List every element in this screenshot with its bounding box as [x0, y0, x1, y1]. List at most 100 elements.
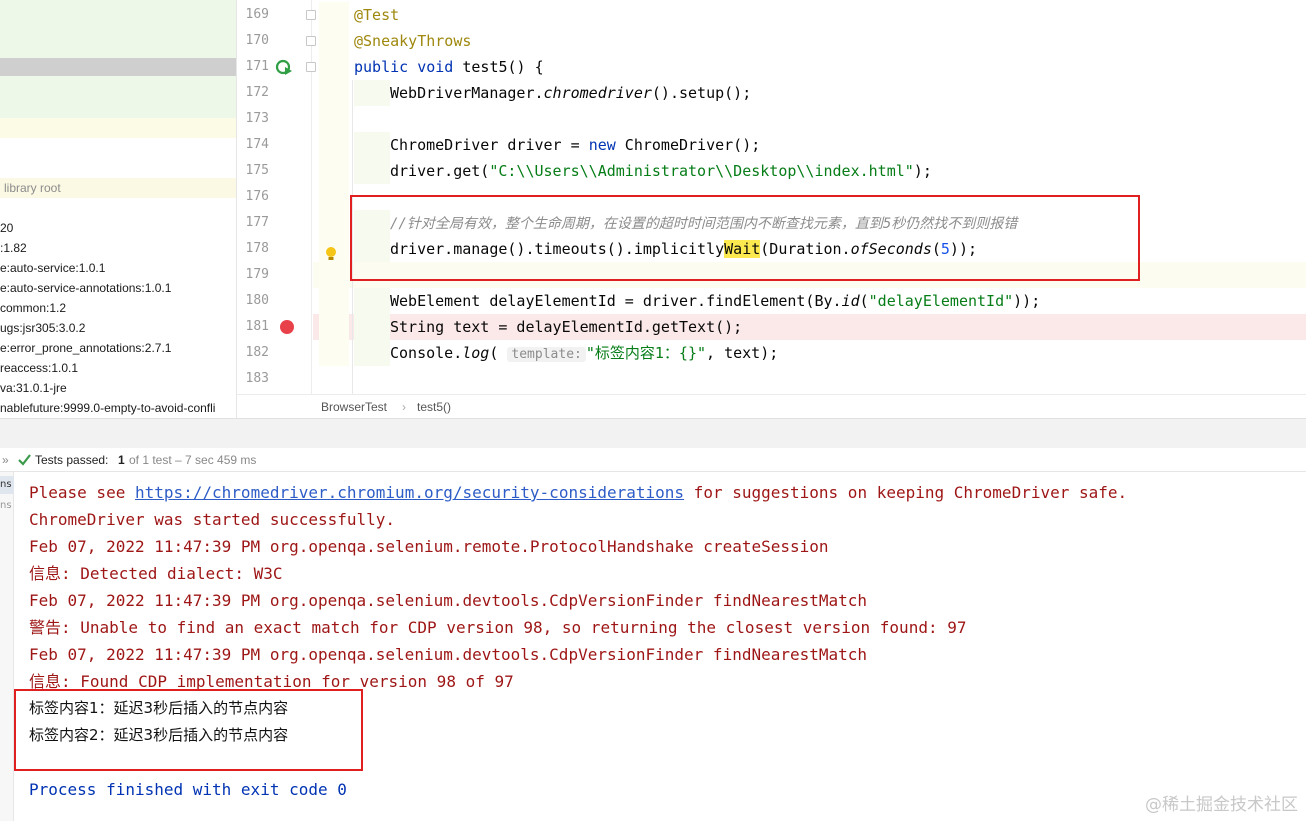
code-line-181[interactable]: String text = delayElementId.getText(); [390, 314, 742, 340]
line-number: 175 [245, 163, 269, 178]
console-line: Please see https://chromedriver.chromium… [29, 479, 1127, 506]
line-number: 174 [245, 137, 269, 152]
security-link[interactable]: https://chromedriver.chromium.org/securi… [135, 483, 684, 502]
line-number: 171 [245, 59, 269, 74]
line-number: 178 [245, 241, 269, 256]
line-number: 169 [245, 7, 269, 22]
code-line-174[interactable]: ChromeDriver driver = new ChromeDriver()… [390, 132, 760, 158]
library-item[interactable]: ugs:jsr305:3.0.2 [0, 318, 85, 338]
library-item[interactable]: va:31.0.1-jre [0, 378, 67, 398]
code-text: ( [489, 344, 508, 362]
code-text: test5() { [453, 58, 544, 76]
string-literal: "C:\\Users\\Administrator\\Desktop\\inde… [489, 162, 914, 180]
console-text: Please see [29, 483, 135, 502]
line-number: 170 [245, 33, 269, 48]
breakpoint-icon[interactable] [279, 319, 295, 335]
breadcrumb: BrowserTest › test5() [237, 394, 1306, 418]
breadcrumb-class[interactable]: BrowserTest [321, 395, 387, 418]
annotation: @Test [354, 6, 400, 24]
lightbulb-icon[interactable] [325, 246, 337, 262]
fold-icon[interactable] [306, 62, 316, 72]
library-item[interactable]: :1.82 [0, 238, 27, 258]
indent-block [354, 80, 390, 106]
code-line-175[interactable]: driver.get("C:\\Users\\Administrator\\De… [390, 158, 932, 184]
test-duration-label[interactable]: ns [0, 476, 14, 494]
parameter-hint: template: [507, 347, 586, 362]
tests-passed-label: Tests passed: [35, 453, 109, 467]
code-text: , text); [706, 344, 779, 362]
tree-scroll-divider [0, 58, 236, 76]
code-text: String text = delayElementId.getText(); [390, 318, 743, 336]
code-text: ); [913, 162, 932, 180]
console-text: for suggestions on keeping ChromeDriver … [684, 483, 1128, 502]
library-item[interactable]: e:error_prone_annotations:2.7.1 [0, 338, 171, 358]
console-output[interactable]: Please see https://chromedriver.chromium… [14, 472, 1306, 821]
library-root-label: library root [0, 178, 236, 198]
fold-icon[interactable] [306, 36, 316, 46]
line-number: 172 [245, 85, 269, 100]
tests-summary: of 1 test – 7 sec 459 ms [129, 453, 257, 467]
fold-icon[interactable] [306, 10, 316, 20]
test-duration-label[interactable]: ns [0, 498, 14, 514]
console-line: Feb 07, 2022 11:47:39 PM org.openqa.sele… [29, 591, 868, 610]
library-item[interactable]: nablefuture:9999.0-empty-to-avoid-confli [0, 398, 215, 418]
code-text: ChromeDriver(); [615, 136, 761, 154]
library-item[interactable]: common:1.2 [0, 298, 66, 318]
code-text: ( [859, 292, 869, 310]
check-icon [18, 454, 31, 466]
highlight-box-output [14, 689, 363, 771]
console-line: Feb 07, 2022 11:47:39 PM org.openqa.sele… [29, 645, 868, 664]
run-test-icon[interactable] [275, 58, 293, 76]
console-line: 信息: Detected dialect: W3C [29, 564, 283, 583]
line-number: 180 [245, 293, 269, 308]
editor-gutter[interactable]: 169 170 171 172 173 174 175 176 177 178 … [237, 0, 336, 394]
keyword: public void [354, 58, 454, 76]
code-editor[interactable]: 169 170 171 172 173 174 175 176 177 178 … [236, 0, 1306, 418]
code-line-171[interactable]: public void test5() { [354, 54, 544, 80]
run-status-bar: » Tests passed: 1 of 1 test – 7 sec 459 … [0, 448, 1306, 472]
line-number: 181 [245, 319, 269, 334]
project-tree-panel: library root 20 :1.82 e:auto-service:1.0… [0, 0, 236, 418]
line-number: 176 [245, 189, 269, 204]
line-number: 182 [245, 345, 269, 360]
indent-block [354, 288, 390, 366]
console-line: ChromeDriver was started successfully. [29, 510, 396, 529]
console-line: Feb 07, 2022 11:47:39 PM org.openqa.sele… [29, 537, 829, 556]
tree-band-yellow [0, 118, 236, 138]
code-line-170[interactable]: @SneakyThrows [354, 28, 471, 54]
code-text: Console. [390, 344, 463, 362]
string-literal: "标签内容1：{}" [585, 344, 707, 362]
library-item[interactable]: 20 [0, 218, 13, 238]
breadcrumb-method[interactable]: test5() [417, 395, 451, 418]
static-method: chromedriver [543, 84, 652, 102]
line-number: 177 [245, 215, 269, 230]
tests-passed-count: 1 [118, 453, 125, 467]
indent-block [354, 132, 390, 184]
console-line: Process finished with exit code 0 [29, 780, 347, 799]
library-item[interactable]: reaccess:1.0.1 [0, 358, 78, 378]
code-text: WebElement delayElementId = driver.findE… [390, 292, 842, 310]
console-line: 警告: Unable to find an exact match for CD… [29, 618, 967, 637]
run-side-strip: ns ns [0, 472, 14, 821]
code-line-172[interactable]: WebDriverManager.chromedriver().setup(); [390, 80, 751, 106]
library-item[interactable]: e:auto-service:1.0.1 [0, 258, 105, 278]
line-number: 173 [245, 111, 269, 126]
code-text: driver.get( [390, 162, 490, 180]
code-line-180[interactable]: WebElement delayElementId = driver.findE… [390, 288, 1040, 314]
line-number: 179 [245, 267, 269, 282]
code-text: )); [1013, 292, 1041, 310]
tree-band-green-2 [0, 76, 236, 118]
tree-band-green [0, 0, 236, 58]
static-method: id [841, 292, 860, 310]
watermark: @稀土掘金技术社区 [1145, 795, 1298, 815]
code-line-169[interactable]: @Test [354, 2, 399, 28]
code-text: ChromeDriver driver = [390, 136, 589, 154]
string-literal: "delayElementId" [868, 292, 1014, 310]
breadcrumb-separator-icon: › [402, 400, 406, 414]
annotation: @SneakyThrows [354, 32, 472, 50]
highlight-box-implicit-wait [350, 195, 1140, 281]
static-method: log [462, 344, 490, 362]
library-item[interactable]: e:auto-service-annotations:1.0.1 [0, 278, 171, 298]
code-line-182[interactable]: Console.log( template: "标签内容1：{}", text); [390, 340, 778, 366]
expand-chevron-icon[interactable]: » [2, 448, 9, 472]
